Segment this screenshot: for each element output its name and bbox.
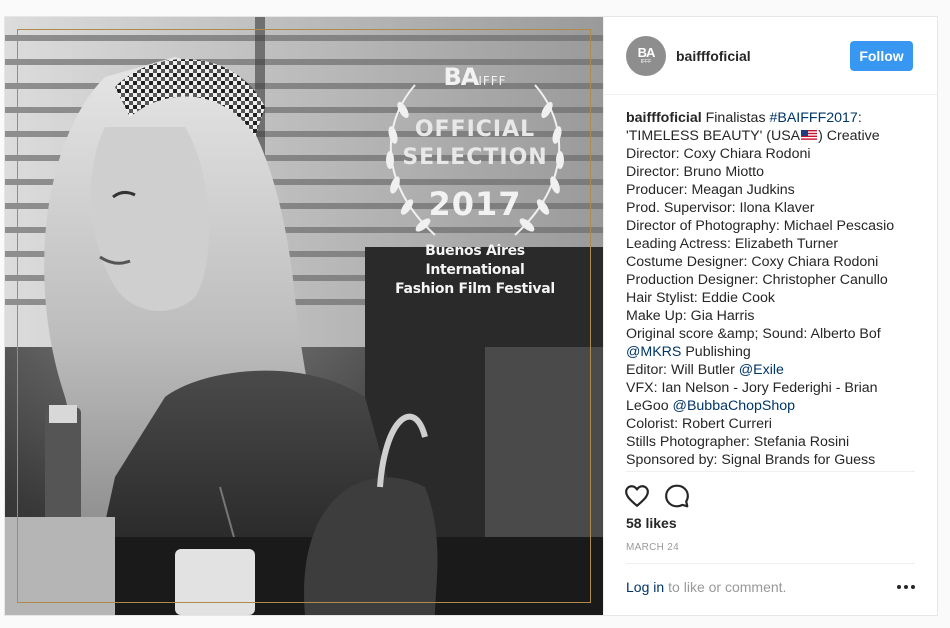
login-prompt-text: to like or comment. (668, 579, 787, 595)
post-actions (624, 483, 690, 509)
caption-line: Sponsored by: Signal Brands for Guess (626, 452, 876, 468)
avatar[interactable]: BA IFFF (626, 35, 666, 76)
caption-line: Director: Bruno Miotto (626, 164, 764, 180)
likes-count[interactable]: 58 likes (626, 515, 677, 531)
caption-line: Prod. Supervisor: Ilona Klaver (626, 200, 815, 216)
post-side-panel: BA IFFF baifffoficial Follow baifffofici… (603, 17, 937, 615)
avatar-suffix: IFFF (640, 58, 652, 65)
caption-line: Leading Actress: Elizabeth Turner (626, 236, 839, 252)
comment-icon[interactable] (664, 483, 690, 509)
heart-icon[interactable] (624, 483, 650, 509)
us-flag-icon (801, 130, 818, 141)
caption-line: Costume Designer: Coxy Chiara Rodoni (626, 254, 879, 270)
post-photo[interactable]: BAIFFF OFFICIAL SELECTION 2017 Buenos Ai… (5, 17, 603, 615)
login-row: Log in to like or comment. (626, 579, 917, 595)
caption-line: Director: Coxy Chiara Rodoni (626, 146, 811, 162)
laurel-brand: BAIFFF (443, 63, 507, 91)
username-link[interactable]: baifffoficial (676, 48, 850, 64)
caption-username[interactable]: baifffoficial (626, 110, 702, 126)
festival-name: Buenos Aires International Fashion Film … (385, 242, 565, 299)
mention-link[interactable]: @MKRS (626, 344, 681, 360)
more-options-icon[interactable] (895, 581, 917, 593)
caption-text: ) Creative (818, 128, 880, 144)
laurel-year: 2017 (428, 185, 522, 223)
caption-text: LeGoo (626, 398, 673, 414)
caption-line: @MKRS Publishing (626, 343, 916, 361)
caption-line: Original score &amp; Sound: Alberto Bof (626, 326, 881, 342)
instagram-post: BAIFFF OFFICIAL SELECTION 2017 Buenos Ai… (4, 16, 938, 616)
laurel-selection: SELECTION (402, 145, 548, 170)
caption-line: VFX: Ian Nelson - Jory Federighi - Brian (626, 380, 878, 396)
caption-line: Director of Photography: Michael Pescasi… (626, 218, 895, 234)
post-header: BA IFFF baifffoficial Follow (604, 17, 937, 95)
caption: baifffoficial Finalistas #BAIFFF2017: 'T… (626, 109, 916, 469)
laurel-official: OFFICIAL (414, 117, 536, 142)
caption-text: Finalistas (701, 110, 770, 126)
caption-text: 'TIMELESS BEAUTY' (USA (626, 128, 801, 144)
festival-line-1: Buenos Aires International (425, 243, 525, 278)
caption-line-2: 'TIMELESS BEAUTY' (USA ) Creative (626, 127, 916, 145)
caption-line: Editor: Will Butler @Exile (626, 361, 916, 379)
mention-link[interactable]: @Exile (739, 362, 784, 378)
hashtag-link[interactable]: #BAIFFF2017 (769, 110, 857, 126)
mention-link[interactable]: @BubbaChopShop (673, 398, 795, 414)
caption-text: Editor: Will Butler (626, 362, 739, 378)
login-link[interactable]: Log in (626, 579, 664, 595)
caption-line: LeGoo @BubbaChopShop (626, 397, 916, 415)
caption-line: Production Designer: Christopher Canullo (626, 272, 888, 288)
caption-line: Colorist: Robert Curreri (626, 416, 772, 432)
caption-line: Hair Stylist: Eddie Cook (626, 290, 776, 306)
avatar-text: BA (637, 44, 656, 60)
caption-line: Producer: Meagan Judkins (626, 182, 795, 198)
caption-line-1: baifffoficial Finalistas #BAIFFF2017: (626, 109, 916, 127)
divider (626, 563, 915, 564)
festival-line-2: Fashion Film Festival (395, 281, 555, 297)
laurel-text: BAIFFF OFFICIAL SELECTION 2017 (375, 55, 575, 245)
caption-line: Stills Photographer: Stefania Rosini (626, 434, 850, 450)
divider (626, 471, 915, 472)
post-date: MARCH 24 (626, 542, 679, 553)
caption-text: Publishing (681, 344, 751, 360)
follow-button[interactable]: Follow (850, 40, 913, 71)
caption-text: : (857, 110, 862, 126)
caption-line: Make Up: Gia Harris (626, 308, 755, 324)
